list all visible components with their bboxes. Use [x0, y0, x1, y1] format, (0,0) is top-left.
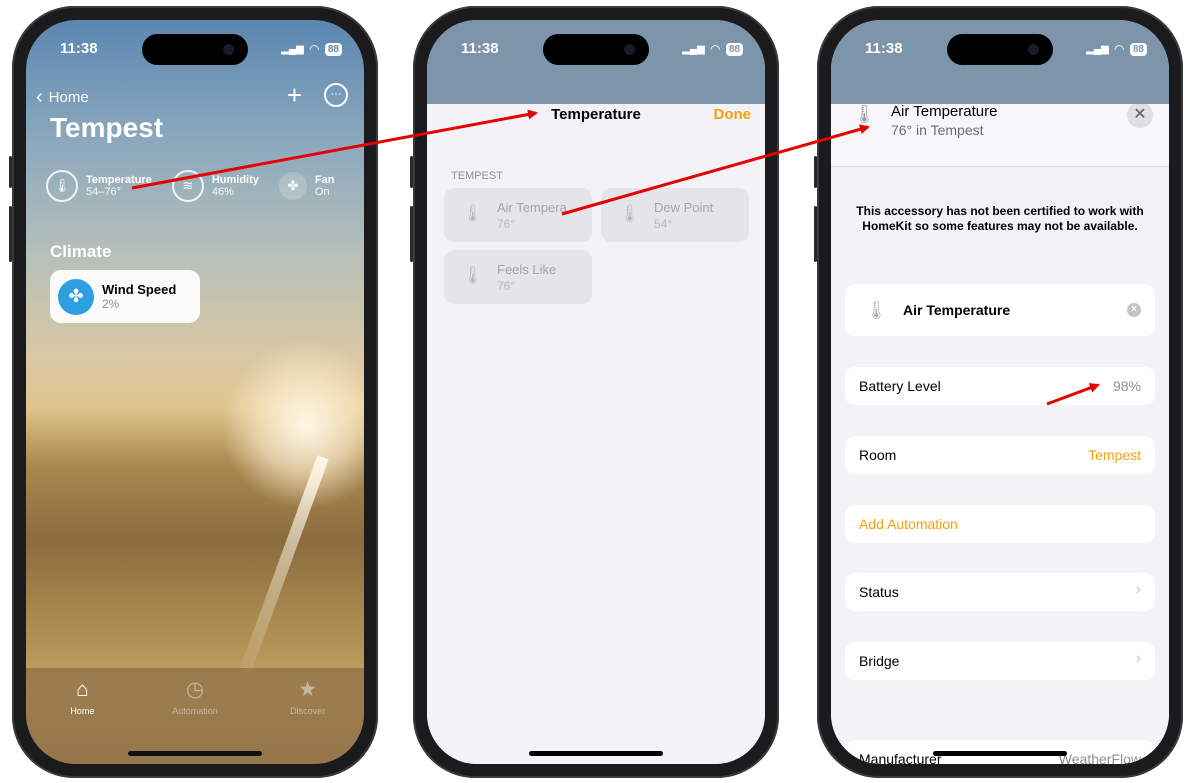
bridge-row[interactable]: Bridge ›: [845, 642, 1155, 680]
row-label: Bridge: [859, 653, 900, 669]
certification-notice: This accessory has not been certified to…: [856, 204, 1144, 233]
tile-name: Fan: [314, 174, 335, 186]
done-button[interactable]: Done: [714, 106, 752, 123]
battery-level-value: 98%: [1112, 378, 1141, 394]
house-icon: ⌂: [75, 678, 89, 701]
add-icon[interactable]: +: [287, 80, 302, 111]
home-app-screen: 11:38 ▂▄▆ ◠ 88 ‹ Home + ··· Tempest 🌡 Te…: [26, 20, 364, 764]
fan-icon: ✤: [58, 278, 94, 315]
room-value: Tempest: [1088, 447, 1141, 463]
phone-accessory-details: 11:38 ▂▄▆ ◠ 88 🌡 Air Temperature 76° in …: [814, 6, 1183, 778]
chevron-left-icon: ‹: [36, 86, 43, 108]
wifi-icon: ◠: [710, 42, 720, 56]
temperature-sheet: Temperature Done TEMPEST 🌡 Air Tempera..…: [427, 88, 765, 764]
chevron-right-icon: ›: [1135, 581, 1141, 598]
dynamic-island: [947, 34, 1053, 65]
status-time: 11:38: [60, 40, 98, 57]
home-indicator[interactable]: [933, 751, 1067, 756]
phone-home-screen: 11:38 ▂▄▆ ◠ 88 ‹ Home + ··· Tempest 🌡 Te…: [9, 6, 378, 778]
thermometer-icon: 🌡: [619, 204, 641, 223]
chevron-right-icon: ›: [1135, 650, 1141, 667]
status-tiles: 🌡 Temperature 54–76° ≋ Humidity 46% ✤ Fa…: [46, 170, 364, 202]
accessory-feels-like[interactable]: 🌡 Feels Like 76°: [444, 250, 592, 304]
name-field-value: Air Temperature: [903, 302, 1011, 318]
thermometer-icon: 🌡: [46, 170, 78, 202]
thermometer-icon: 🌡: [462, 266, 484, 285]
more-icon[interactable]: ···: [324, 83, 348, 107]
row-label: Status: [859, 584, 899, 600]
clear-icon[interactable]: ×: [1127, 303, 1141, 317]
accessory-value: 54°: [654, 217, 673, 231]
accessory-name: Wind Speed: [102, 282, 177, 297]
signal-icon: ▂▄▆: [281, 43, 304, 55]
tile-humidity[interactable]: ≋ Humidity 46%: [171, 170, 259, 202]
tab-home[interactable]: ⌂ Home: [42, 678, 122, 764]
tab-label: Automation: [172, 706, 218, 716]
status-time: 11:38: [461, 40, 499, 57]
accessory-name: Air Tempera...: [497, 200, 578, 215]
tile-name: Humidity: [211, 174, 259, 186]
tile-temperature[interactable]: 🌡 Temperature 54–76°: [46, 170, 152, 202]
accessory-value: 76°: [497, 279, 516, 293]
room-row[interactable]: Room Tempest: [845, 436, 1155, 474]
close-icon[interactable]: ✕: [1127, 102, 1153, 128]
add-automation-button[interactable]: Add Automation: [845, 505, 1155, 543]
temperature-screen: 11:38 ▂▄▆ ◠ 88 Temperature Done TEMPEST …: [427, 20, 765, 764]
tab-bar: ⌂ Home ◷ Automation ★ Discover: [26, 668, 364, 764]
row-label: Battery Level: [859, 378, 941, 394]
back-button[interactable]: ‹ Home: [36, 86, 89, 109]
tab-label: Home: [70, 706, 95, 716]
tile-value: On: [314, 186, 330, 198]
row-label: Room: [859, 447, 897, 463]
signal-icon: ▂▄▆: [1086, 43, 1109, 55]
tile-name: Temperature: [86, 174, 152, 186]
tile-fan[interactable]: ✤ Fan On: [278, 170, 335, 202]
thermometer-icon: 🌡: [462, 204, 484, 223]
section-header: Climate: [50, 242, 112, 261]
status-row[interactable]: Status ›: [845, 573, 1155, 611]
accessory-name: Air Temperature: [891, 103, 998, 120]
home-indicator[interactable]: [128, 751, 262, 756]
name-field[interactable]: 🌡 Air Temperature ×: [845, 284, 1155, 336]
battery-level-row: Battery Level 98%: [845, 367, 1155, 405]
clock-icon: ◷: [185, 678, 205, 701]
wifi-icon: ◠: [309, 42, 319, 56]
thermometer-icon: 🌡: [853, 104, 876, 124]
dynamic-island: [543, 34, 649, 65]
group-label: TEMPEST: [451, 170, 503, 182]
accessory-value: 2%: [102, 297, 120, 311]
accessory-air-temperature[interactable]: 🌡 Air Tempera... 76°: [444, 188, 592, 242]
row-label: Add Automation: [859, 516, 958, 532]
tab-discover[interactable]: ★ Discover: [268, 678, 348, 764]
back-label: Home: [48, 89, 89, 106]
dynamic-island: [142, 34, 248, 65]
battery-icon: 88: [1129, 42, 1147, 56]
accessory-name: Feels Like: [497, 262, 557, 277]
manufacturer-value: WeatherFlow: [1058, 751, 1141, 764]
tab-label: Discover: [290, 706, 326, 716]
wifi-icon: ◠: [1114, 42, 1124, 56]
row-label: Manufacturer: [859, 751, 942, 764]
tile-value: 54–76°: [86, 186, 121, 198]
star-icon: ★: [298, 678, 318, 701]
accessory-value: 76°: [497, 217, 516, 231]
home-indicator[interactable]: [529, 751, 663, 756]
accessory-details-sheet: 🌡 Air Temperature 76° in Tempest ✕ This …: [831, 88, 1169, 764]
battery-icon: 88: [324, 42, 342, 56]
accessory-details-screen: 11:38 ▂▄▆ ◠ 88 🌡 Air Temperature 76° in …: [831, 20, 1169, 764]
battery-icon: 88: [725, 42, 743, 56]
accessory-tile-wind-speed[interactable]: ✤ Wind Speed 2%: [50, 270, 200, 323]
signal-icon: ▂▄▆: [682, 43, 705, 55]
fan-icon: ✤: [278, 172, 307, 200]
thermometer-icon: 🌡: [865, 300, 888, 320]
accessory-name: Dew Point: [654, 200, 714, 215]
accessory-subtitle: 76° in Tempest: [891, 122, 984, 138]
humidity-icon: ≋: [171, 170, 204, 202]
status-time: 11:38: [865, 40, 903, 57]
phone-temperature-sheet: 11:38 ▂▄▆ ◠ 88 Temperature Done TEMPEST …: [410, 6, 779, 778]
accessory-dew-point[interactable]: 🌡 Dew Point 54°: [601, 188, 749, 242]
page-title: Tempest: [50, 112, 164, 143]
tile-value: 46%: [211, 186, 234, 198]
